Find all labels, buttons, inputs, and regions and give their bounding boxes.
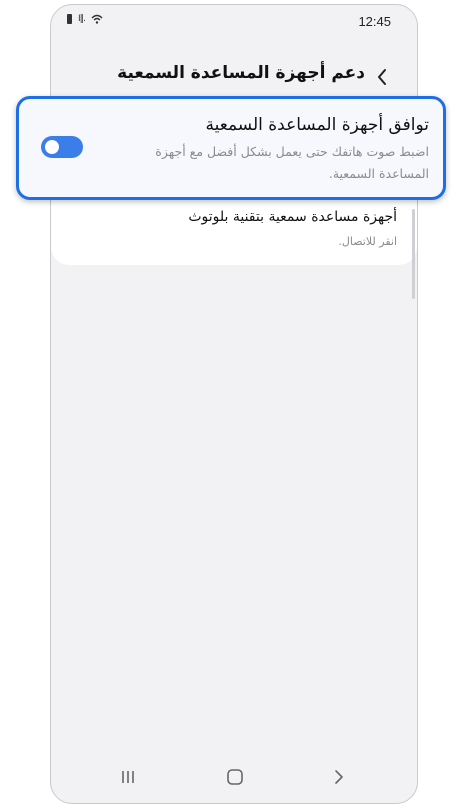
battery-icon: [67, 14, 72, 24]
hearing-aid-compatibility-toggle[interactable]: [41, 136, 83, 158]
status-icons: I‖.: [67, 14, 103, 24]
toggle-knob: [45, 140, 59, 154]
status-time: 12:45: [358, 14, 391, 29]
home-icon[interactable]: [223, 767, 247, 787]
recent-apps-icon[interactable]: [116, 767, 140, 787]
navigation-bar: [51, 753, 417, 803]
page-header: دعم أجهزة المساعدة السمعية: [51, 63, 417, 99]
chevron-left-icon[interactable]: [371, 65, 395, 89]
hearing-aid-compatibility-item[interactable]: توافق أجهزة المساعدة السمعية اضبط صوت ها…: [16, 96, 446, 200]
back-icon[interactable]: [327, 767, 351, 787]
bluetooth-item-title: أجهزة مساعدة سمعية بتقنية بلوتوث: [188, 209, 397, 225]
page-title: دعم أجهزة المساعدة السمعية: [117, 63, 365, 83]
scrollbar[interactable]: [412, 209, 415, 299]
bluetooth-hearing-aids-item[interactable]: أجهزة مساعدة سمعية بتقنية بلوتوث انقر لل…: [51, 195, 417, 265]
signal-icon: I‖.: [78, 14, 86, 24]
wifi-icon: [91, 14, 103, 24]
hearing-aid-compatibility-title: توافق أجهزة المساعدة السمعية: [205, 115, 430, 135]
bluetooth-item-subtitle: انقر للاتصال.: [338, 235, 397, 248]
hearing-aid-compatibility-description: اضبط صوت هاتفك حتى يعمل بشكل أفضل مع أجه…: [155, 144, 429, 181]
status-bar: I‖. 12:45: [51, 5, 417, 37]
